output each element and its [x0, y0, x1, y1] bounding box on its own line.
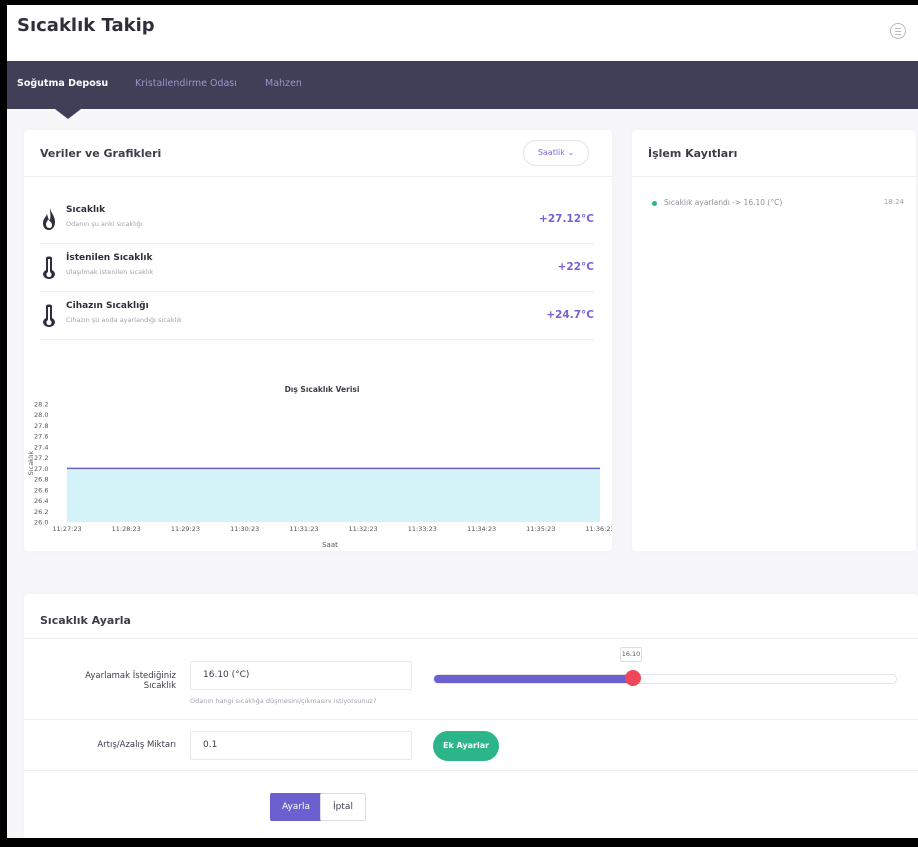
chart-y-tick-label: 27.8 — [34, 422, 48, 430]
chart-y-tick-label: 26.6 — [34, 486, 48, 494]
app-title: Sıcaklık Takip — [17, 15, 155, 36]
metric-row: Sıcaklık Odanın şu anki sıcaklığı +27.12… — [40, 196, 594, 244]
menu-icon[interactable] — [890, 23, 906, 39]
metric-row: Cihazın Sıcaklığı Cihazın şu anda ayarla… — [40, 292, 594, 340]
period-dropdown[interactable]: Saatlik ⌄ — [523, 140, 589, 166]
extra-settings-button[interactable]: Ek Ayarlar — [433, 731, 499, 761]
step-amount-input[interactable]: 0.1 — [190, 731, 412, 760]
slider-fill — [434, 675, 633, 683]
thermometer-icon — [43, 256, 55, 279]
room-tabs: Soğutma Deposu Kristallendirme Odası Mah… — [7, 61, 918, 109]
metric-name: Sıcaklık — [66, 205, 106, 215]
target-temperature-hint: Odanın hangi sıcaklığa düşmesini/çıkması… — [190, 697, 377, 705]
divider — [24, 719, 918, 720]
metric-value: +24.7°C — [546, 309, 594, 321]
target-temperature-label: Ayarlamak İstediğiniz Sıcaklık — [85, 671, 176, 691]
active-tab-indicator — [55, 109, 81, 119]
data-panel: Veriler ve Grafikleri Saatlik ⌄ Sıcaklık… — [24, 130, 612, 551]
chart-y-tick-label: 26.0 — [34, 519, 48, 527]
settings-header: Sıcaklık Ayarla — [24, 594, 918, 639]
step-amount-label: Artış/Azalış Miktarı — [97, 740, 176, 750]
chart-title: Dış Sıcaklık Verisi — [285, 385, 360, 394]
chart-y-tick-label: 27.4 — [34, 443, 48, 451]
metric-name: İstenilen Sıcaklık — [66, 253, 153, 263]
log-panel-header: İşlem Kayıtları — [632, 130, 916, 177]
log-entry-text: Sıcaklık ayarlandı -> 16.10 (°C) — [664, 198, 783, 207]
period-dropdown-label: Saatlik — [537, 148, 565, 157]
chart-y-tick-label: 26.4 — [34, 497, 48, 505]
chart-x-tick-label: 11:31:23 — [289, 525, 318, 533]
flame-icon — [43, 208, 55, 230]
cancel-button[interactable]: İptal — [320, 793, 366, 821]
divider — [24, 770, 918, 771]
metric-name: Cihazın Sıcaklığı — [66, 301, 149, 311]
metric-value: +22°C — [557, 261, 594, 273]
chart-y-tick-label: 26.2 — [34, 508, 48, 516]
chart-x-tick-label: 11:29:23 — [171, 525, 200, 533]
chart-area-fill — [67, 468, 600, 522]
log-entry-time: 18:24 — [883, 198, 904, 206]
data-panel-header: Veriler ve Grafikleri Saatlik ⌄ — [24, 130, 612, 177]
chart-y-tick-label: 27.2 — [34, 454, 48, 462]
top-bar: Sıcaklık Takip — [7, 5, 918, 61]
chart-x-tick-label: 11:33:23 — [408, 525, 437, 533]
metric-description: Ulaşılmak istenilen sıcaklık — [66, 268, 154, 276]
settings-panel: Sıcaklık Ayarla Ayarlamak İstediğiniz Sı… — [24, 594, 918, 838]
chart-y-tick-label: 27.6 — [34, 433, 48, 441]
chart-x-tick-label: 11:35:23 — [526, 525, 555, 533]
metric-description: Cihazın şu anda ayarlandığı sıcaklık — [66, 316, 182, 324]
temperature-slider[interactable] — [433, 670, 897, 686]
target-temperature-input[interactable]: 16.10 (°C) — [190, 661, 412, 690]
tab-mahzen[interactable]: Mahzen — [265, 78, 302, 89]
outdoor-temperature-chart: Dış Sıcaklık Verisi Sıcaklık Saat 26.026… — [27, 385, 612, 549]
chart-y-tick-label: 28.0 — [34, 411, 48, 419]
metric-value: +27.12°C — [539, 213, 594, 225]
chart-x-tick-label: 11:32:23 — [349, 525, 378, 533]
settings-title: Sıcaklık Ayarla — [40, 614, 131, 627]
chart-x-tick-label: 11:28:23 — [112, 525, 141, 533]
chart-x-tick-label: 11:34:23 — [467, 525, 496, 533]
metric-description: Odanın şu anki sıcaklığı — [66, 220, 143, 228]
apply-button[interactable]: Ayarla — [270, 793, 322, 821]
chart-y-tick-label: 26.8 — [34, 476, 48, 484]
status-dot — [652, 201, 657, 206]
chart-x-tick-label: 11:36:23 — [585, 525, 612, 533]
chart-x-tick-label: 11:30:23 — [230, 525, 259, 533]
chart-x-label: Saat — [322, 541, 338, 549]
slider-handle[interactable] — [625, 670, 641, 686]
slider-value-tooltip: 16.10 — [620, 647, 642, 662]
chart-x-tick-label: 11:27:23 — [52, 525, 81, 533]
tab-sogutma-deposu[interactable]: Soğutma Deposu — [17, 78, 108, 89]
chevron-down-icon: ⌄ — [567, 148, 575, 157]
chart-y-tick-label: 27.0 — [34, 465, 48, 473]
log-panel-title: İşlem Kayıtları — [648, 147, 738, 160]
app-frame: Sıcaklık Takip Soğutma Deposu Kristallen… — [7, 5, 918, 838]
data-panel-title: Veriler ve Grafikleri — [40, 147, 162, 160]
metric-row: İstenilen Sıcaklık Ulaşılmak istenilen s… — [40, 244, 594, 292]
thermometer-icon — [43, 304, 55, 327]
tab-kristallendirme-odasi[interactable]: Kristallendirme Odası — [135, 78, 237, 89]
chart-y-tick-label: 28.2 — [34, 401, 48, 409]
log-panel: İşlem Kayıtları Sıcaklık ayarlandı -> 16… — [632, 130, 916, 551]
